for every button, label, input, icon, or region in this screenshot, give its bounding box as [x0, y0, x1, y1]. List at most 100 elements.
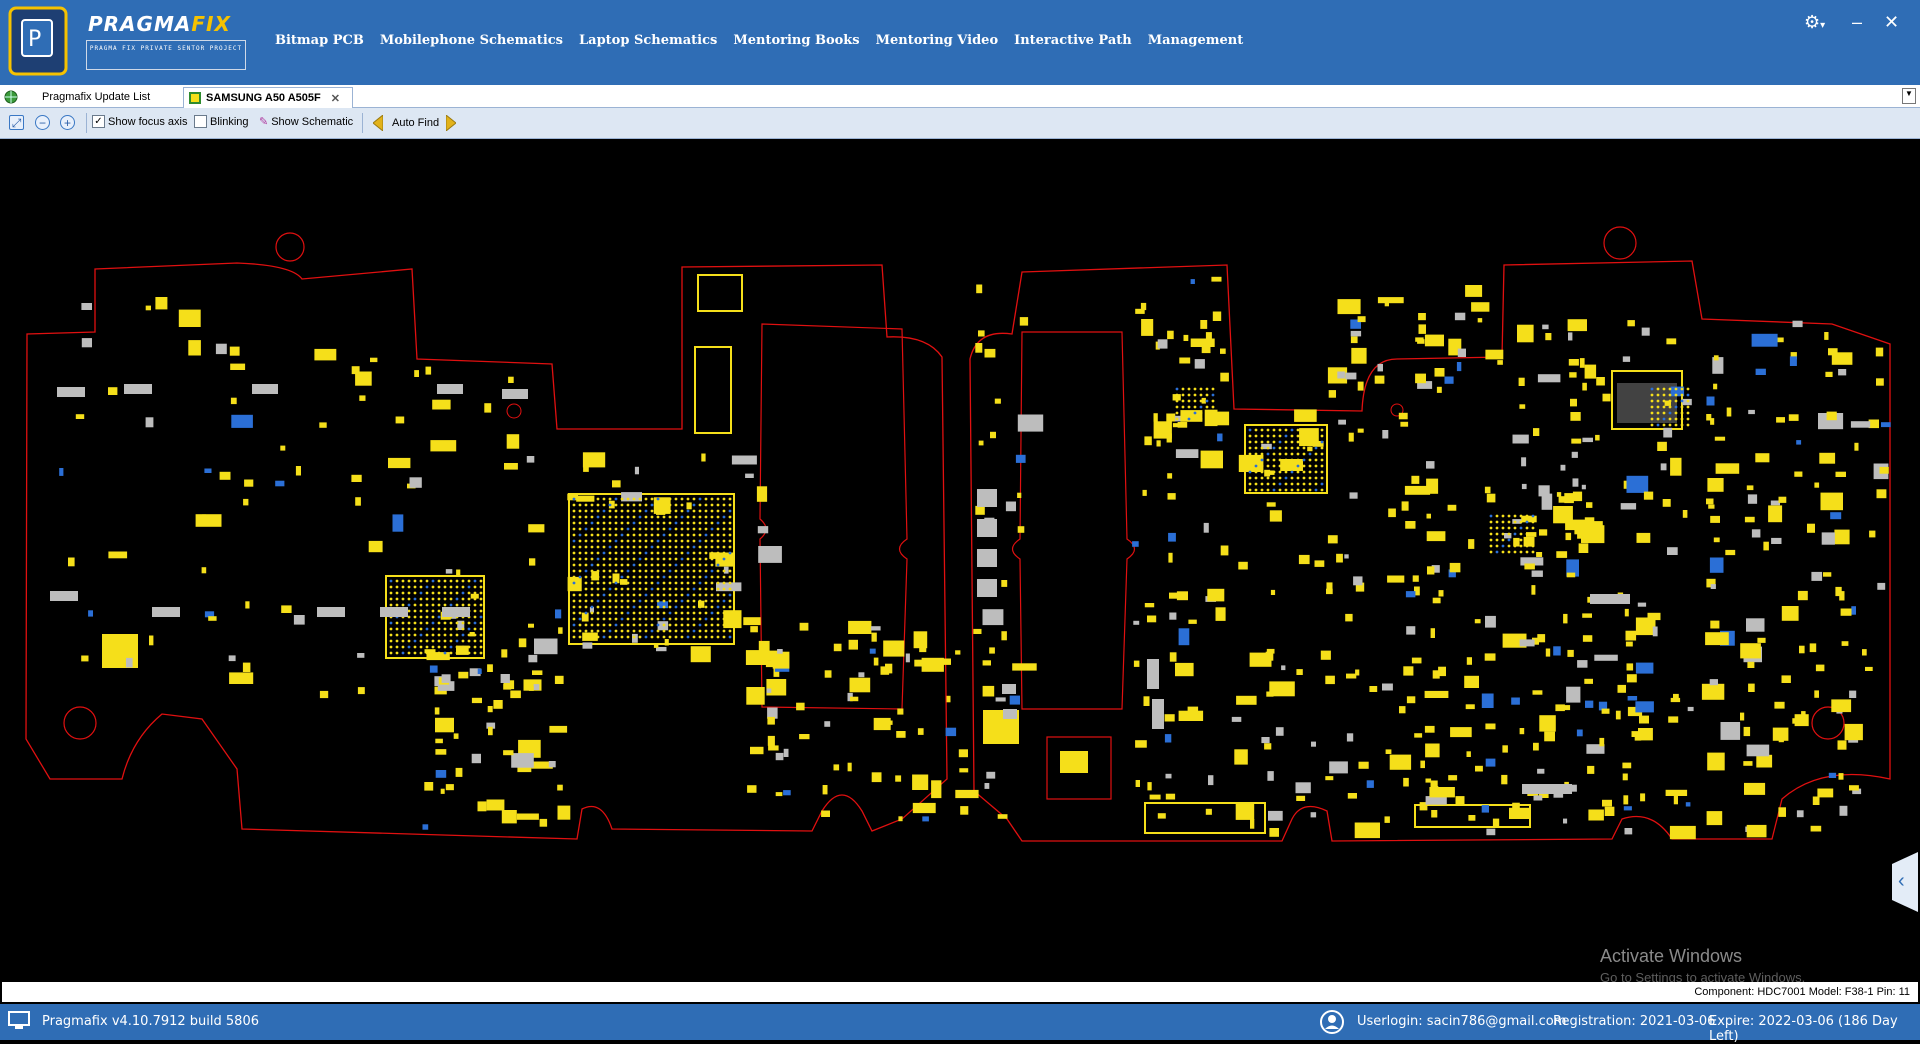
bga-ball: [1290, 488, 1294, 492]
bga-ball: [722, 611, 726, 615]
bga-ball: [389, 645, 393, 649]
bga-ball: [1507, 550, 1511, 554]
nav-interactive-path[interactable]: Interactive Path: [1014, 33, 1132, 48]
arrow-left-icon[interactable]: [373, 115, 383, 131]
pcb-pad: [783, 748, 789, 757]
bga-ball: [455, 645, 459, 649]
pcb-pad: [1269, 681, 1295, 697]
bga-ball: [1302, 464, 1306, 468]
pcb-pad: [799, 622, 809, 631]
pcb-pad: [1345, 613, 1353, 622]
bga-ball: [1314, 428, 1318, 432]
bga-ball: [692, 611, 696, 615]
pcb-pad: [1814, 690, 1819, 698]
pcb-pad-gray: [977, 489, 997, 507]
pcb-pad: [975, 343, 983, 353]
pcb-pad: [1017, 526, 1025, 533]
arrow-right-icon[interactable]: [446, 115, 457, 131]
bga-ball: [1266, 446, 1270, 450]
zoom-in-icon[interactable]: +: [60, 115, 75, 130]
bga-ball: [1272, 452, 1276, 456]
bga-ball: [572, 635, 576, 639]
auto-find-control[interactable]: Auto Find: [373, 115, 457, 131]
blinking-checkbox[interactable]: Blinking: [194, 115, 249, 128]
pcb-pad: [1710, 515, 1720, 523]
pcb-pad: [1748, 683, 1755, 692]
pcb-pad: [1350, 330, 1362, 337]
bga-ball: [1254, 488, 1258, 492]
pcb-pad: [919, 645, 927, 653]
close-icon[interactable]: ✕: [1884, 12, 1899, 33]
bga-ball: [662, 617, 666, 621]
nav-mobilephone-schematics[interactable]: Mobilephone Schematics: [380, 33, 563, 48]
pcb-pad: [1201, 346, 1211, 354]
bga-ball: [632, 545, 636, 549]
pcb-pad: [108, 387, 118, 395]
bga-ball: [686, 509, 690, 513]
pcb-pad: [1636, 532, 1651, 543]
bga-ball: [1501, 526, 1505, 530]
pcb-pad: [1521, 515, 1537, 523]
nav-mentoring-video[interactable]: Mentoring Video: [876, 33, 998, 48]
bga-ball: [644, 557, 648, 561]
bga-ball: [644, 527, 648, 531]
pcb-pad: [1418, 324, 1426, 334]
pcb-pad: [1374, 375, 1385, 384]
pcb-board-view[interactable]: [2, 139, 1918, 981]
tab-samsung-a50[interactable]: SAMSUNG A50 A505F ✕: [183, 87, 353, 108]
bga-ball: [614, 593, 618, 597]
pcb-pad-gray: [442, 607, 470, 617]
bga-ball: [704, 605, 708, 609]
minimize-icon[interactable]: –: [1852, 12, 1862, 33]
bga-ball: [1296, 428, 1300, 432]
tab-close-icon[interactable]: ✕: [331, 92, 340, 105]
bga-ball: [692, 557, 696, 561]
pcb-pad: [1264, 743, 1272, 750]
show-focus-axis-checkbox[interactable]: ✓ Show focus axis: [92, 115, 187, 128]
bga-ball: [572, 575, 576, 579]
pcb-pad: [1539, 529, 1548, 536]
bga-ball: [1211, 405, 1215, 409]
fit-view-icon[interactable]: ⤢: [9, 115, 24, 130]
bga-ball: [425, 585, 429, 589]
bga-ball: [1320, 440, 1324, 444]
bga-ball: [680, 593, 684, 597]
bga-ball: [602, 575, 606, 579]
tab-dropdown-icon[interactable]: ▼: [1902, 88, 1916, 104]
bga-ball: [620, 575, 624, 579]
bga-ball: [596, 617, 600, 621]
nav-bitmap-pcb[interactable]: Bitmap PCB: [275, 33, 364, 48]
bga-ball: [1680, 399, 1684, 403]
bga-ball: [722, 515, 726, 519]
bga-ball: [1513, 514, 1517, 518]
pcb-pad: [1425, 743, 1440, 758]
bga-ball: [674, 581, 678, 585]
pcb-pad: [1849, 785, 1859, 791]
pcb-pad: [1556, 492, 1562, 497]
pcb-pad: [59, 468, 64, 476]
bga-ball: [722, 569, 726, 573]
pcb-pad: [1710, 620, 1720, 629]
bga-ball: [443, 645, 447, 649]
bga-ball: [728, 563, 732, 567]
bga-ball: [1296, 488, 1300, 492]
pcb-pad: [1850, 421, 1871, 428]
pcb-pad: [1205, 808, 1212, 815]
nav-mentoring-books[interactable]: Mentoring Books: [733, 33, 859, 48]
bga-ball: [473, 645, 477, 649]
pcb-canvas[interactable]: ‹: [2, 139, 1918, 981]
zoom-out-icon[interactable]: −: [35, 115, 50, 130]
nav-management[interactable]: Management: [1148, 33, 1244, 48]
bga-ball: [395, 633, 399, 637]
tab-update-list[interactable]: Pragmafix Update List: [4, 87, 150, 107]
nav-laptop-schematics[interactable]: Laptop Schematics: [579, 33, 717, 48]
bga-ball: [686, 593, 690, 597]
bga-ball: [602, 593, 606, 597]
bga-ball: [716, 503, 720, 507]
bga-ball: [662, 599, 666, 603]
bga-ball: [626, 497, 630, 501]
show-schematic-button[interactable]: ✎ Show Schematic: [259, 115, 353, 129]
bga-ball: [407, 585, 411, 589]
settings-gear-icon[interactable]: ⚙▾: [1804, 12, 1825, 33]
bga-ball: [584, 611, 588, 615]
